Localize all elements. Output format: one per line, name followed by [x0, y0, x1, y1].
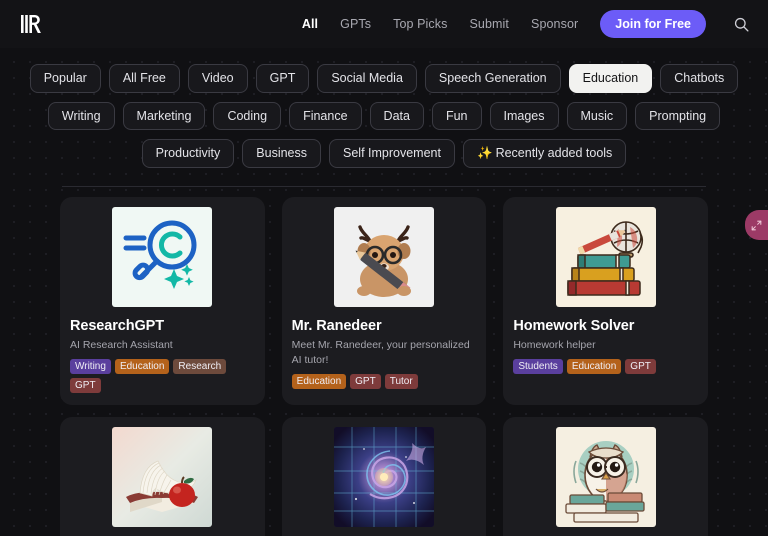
card-description: Homework helper — [513, 339, 596, 352]
tool-card-research-mentor[interactable]: Research Mentor Guiding students through… — [503, 417, 708, 536]
chip-self-improvement[interactable]: Self Improvement — [329, 139, 455, 168]
tools-grid-container: ResearchGPT AI Research Assistant Writin… — [0, 187, 768, 536]
card-tags: Education GPT Tutor — [291, 374, 477, 389]
tag-students[interactable]: Students — [513, 359, 563, 375]
card-tags: Students Education GPT — [513, 359, 698, 375]
nav-item-sponsor[interactable]: Sponsor — [531, 17, 578, 31]
tool-card-mr-ranedeer[interactable]: Mr. Ranedeer Meet Mr. Ranedeer, your per… — [281, 196, 487, 406]
tool-card-essay-evaluator[interactable]: Essay Evaluator An essay grader for teac… — [60, 417, 265, 536]
deer-pencil-icon — [333, 206, 434, 307]
chip-all-free[interactable]: All Free — [108, 64, 180, 93]
chip-prompting[interactable]: Prompting — [635, 101, 721, 130]
site-header: All GPTs Top Picks Submit Sponsor Join f… — [0, 0, 768, 48]
chip-row-1: Popular All Free Video GPT Social Media … — [29, 64, 739, 93]
chip-business[interactable]: Business — [242, 139, 322, 168]
page-root: All GPTs Top Picks Submit Sponsor Join f… — [0, 0, 768, 536]
chip-popular[interactable]: Popular — [29, 64, 101, 93]
tool-card-beginning-of-infinity-gpt[interactable]: The Beginning of Infinity GPT Explores '… — [281, 417, 487, 536]
chip-video[interactable]: Video — [187, 64, 248, 93]
tool-card-researchgpt[interactable]: ResearchGPT AI Research Assistant Writin… — [60, 196, 265, 406]
chip-row-2: Writing Marketing Coding Finance Data Fu… — [47, 101, 721, 130]
tag-education[interactable]: Education — [114, 359, 170, 375]
cosmic-spiral-icon — [333, 427, 434, 528]
chip-images[interactable]: Images — [489, 101, 559, 130]
chip-gpt[interactable]: GPT — [255, 64, 310, 93]
card-description: Meet Mr. Ranedeer, your personalized AI … — [291, 339, 470, 367]
tag-education[interactable]: Education — [291, 374, 347, 389]
join-for-free-button[interactable]: Join for Free — [600, 10, 706, 38]
chip-finance[interactable]: Finance — [289, 101, 362, 130]
chip-education[interactable]: Education — [568, 64, 653, 93]
chip-music[interactable]: Music — [566, 101, 628, 130]
tag-gpt[interactable]: GPT — [625, 359, 656, 375]
search-icon[interactable] — [730, 13, 752, 35]
chip-speech-generation[interactable]: Speech Generation — [424, 64, 561, 93]
nav-item-top-picks[interactable]: Top Picks — [393, 17, 447, 31]
expand-panel-tab[interactable] — [745, 210, 768, 240]
books-globe-icon — [555, 206, 656, 307]
chip-recently-added-tools[interactable]: ✨ Recently added tools — [462, 139, 627, 168]
tag-writing[interactable]: Writing — [70, 359, 111, 375]
tag-research[interactable]: Research — [173, 359, 227, 375]
tag-education[interactable]: Education — [566, 359, 622, 375]
chip-productivity[interactable]: Productivity — [141, 139, 235, 168]
chip-coding[interactable]: Coding — [213, 101, 282, 130]
section-divider — [62, 185, 706, 187]
category-filters: Popular All Free Video GPT Social Media … — [0, 48, 768, 180]
site-logo[interactable] — [18, 11, 44, 37]
card-tags: Writing Education Research GPT — [70, 359, 255, 394]
chip-writing[interactable]: Writing — [47, 101, 115, 130]
book-apple-icon — [112, 427, 213, 528]
tag-gpt[interactable]: GPT — [350, 374, 381, 389]
chip-chatbots[interactable]: Chatbots — [660, 64, 739, 93]
nav-item-all[interactable]: All — [302, 17, 318, 31]
chip-social-media[interactable]: Social Media — [317, 64, 417, 93]
chip-data[interactable]: Data — [369, 101, 424, 130]
tag-tutor[interactable]: Tutor — [384, 374, 418, 389]
nav-item-submit[interactable]: Submit — [470, 17, 510, 31]
main-nav: All GPTs Top Picks Submit Sponsor Join f… — [302, 10, 752, 38]
card-title: Homework Solver — [513, 317, 635, 334]
chip-marketing[interactable]: Marketing — [122, 101, 206, 130]
expand-arrows-icon — [751, 220, 762, 230]
chip-fun[interactable]: Fun — [431, 101, 482, 130]
card-title: ResearchGPT — [70, 317, 164, 334]
tag-gpt[interactable]: GPT — [70, 378, 101, 394]
sparkles-icon: ✨ — [476, 146, 493, 160]
chip-recently-added-label: Recently added tools — [495, 146, 613, 160]
magnifier-c-icon — [112, 206, 213, 307]
tool-card-homework-solver[interactable]: Homework Solver Homework helper Students… — [503, 196, 708, 406]
card-title: Mr. Ranedeer — [291, 317, 382, 334]
owl-books-icon — [555, 427, 656, 528]
nav-item-gpts[interactable]: GPTs — [340, 17, 371, 31]
card-description: AI Research Assistant — [70, 339, 173, 352]
chip-row-3: Productivity Business Self Improvement ✨… — [56, 139, 712, 168]
tools-grid: ResearchGPT AI Research Assistant Writin… — [60, 196, 708, 536]
